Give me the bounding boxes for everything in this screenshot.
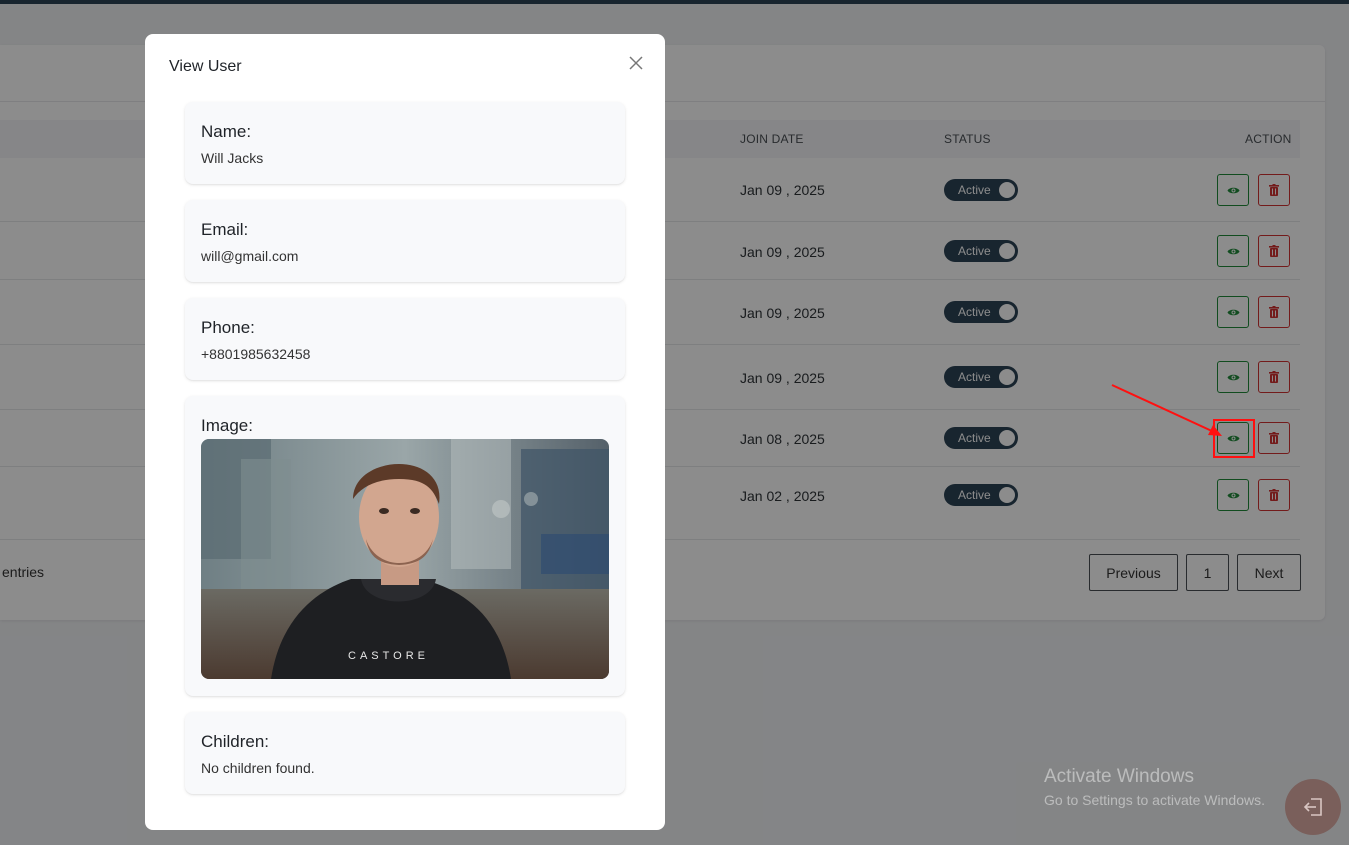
phone-label: Phone: <box>201 318 255 337</box>
close-button[interactable] <box>625 52 647 74</box>
hoodie-text: CASTORE <box>348 650 429 662</box>
children-value: No children found. <box>201 760 315 776</box>
name-label: Name: <box>201 122 252 141</box>
annotation-highlight-box <box>1213 419 1255 458</box>
image-card: Image: CASTORE <box>185 396 625 696</box>
email-card: Email: will@gmail.com <box>185 200 625 282</box>
image-label: Image: <box>201 416 253 435</box>
windows-watermark: Activate Windows Go to Settings to activ… <box>1044 766 1265 808</box>
logout-button[interactable] <box>1285 779 1341 835</box>
watermark-title: Activate Windows <box>1044 766 1194 787</box>
email-value: will@gmail.com <box>201 248 299 264</box>
children-card: Children: No children found. <box>185 712 625 794</box>
annotation-arrow <box>1111 384 1222 436</box>
close-icon <box>629 56 643 70</box>
name-value: Will Jacks <box>201 150 264 166</box>
view-user-modal: View User Name: Will Jacks Email: will@g… <box>145 34 665 830</box>
email-label: Email: <box>201 220 249 239</box>
children-label: Children: <box>201 732 270 751</box>
phone-card: Phone: +8801985632458 <box>185 298 625 380</box>
name-card: Name: Will Jacks <box>185 102 625 184</box>
modal-title: View User <box>169 58 242 75</box>
user-photo: CASTORE <box>201 439 609 679</box>
watermark-subtitle: Go to Settings to activate Windows. <box>1044 792 1265 808</box>
phone-value: +8801985632458 <box>201 346 311 362</box>
logout-icon <box>1303 798 1322 816</box>
